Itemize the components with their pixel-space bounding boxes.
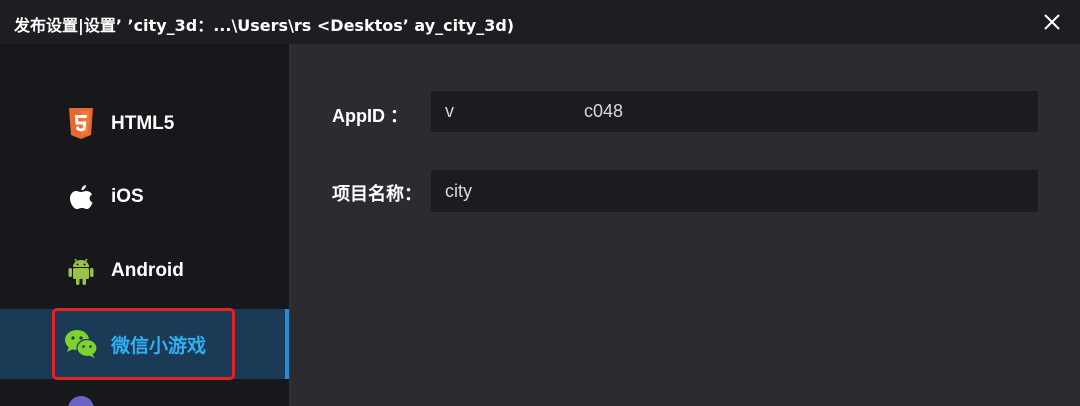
project-name-label: 项目名称： xyxy=(332,184,422,204)
title-bar: 发布设置|设置’ ʼcity_3d：...\Users\rs <Desktosʼ… xyxy=(0,0,1080,44)
apple-icon xyxy=(64,180,98,214)
sidebar-item-label: iOS xyxy=(111,186,144,207)
sidebar-item-wechat-minigame[interactable]: 微信小游戏 xyxy=(0,309,289,379)
sidebar-item-label: Android xyxy=(111,260,184,281)
publish-settings-window: 发布设置|设置’ ʼcity_3d：...\Users\rs <Desktosʼ… xyxy=(0,0,1080,406)
project-name-field[interactable] xyxy=(431,170,1038,212)
appid-label: AppID ： xyxy=(332,106,408,126)
wechat-icon xyxy=(64,327,98,361)
sidebar-item-html5[interactable]: HTML5 xyxy=(0,89,289,159)
window-title: 发布设置|设置’ ʼcity_3d：...\Users\rs <Desktosʼ… xyxy=(14,16,515,35)
sidebar-item-label: 微信小游戏 xyxy=(111,335,207,357)
active-indicator xyxy=(285,309,289,379)
sidebar-item-android[interactable]: Android xyxy=(0,236,289,306)
sidebar-item-ios[interactable]: iOS xyxy=(0,162,289,232)
appid-field[interactable] xyxy=(431,91,1038,132)
html5-icon xyxy=(64,107,98,141)
close-icon xyxy=(1044,14,1060,30)
close-button[interactable] xyxy=(1038,8,1066,36)
android-icon xyxy=(64,254,98,288)
sidebar-item-label: HTML5 xyxy=(111,113,175,134)
